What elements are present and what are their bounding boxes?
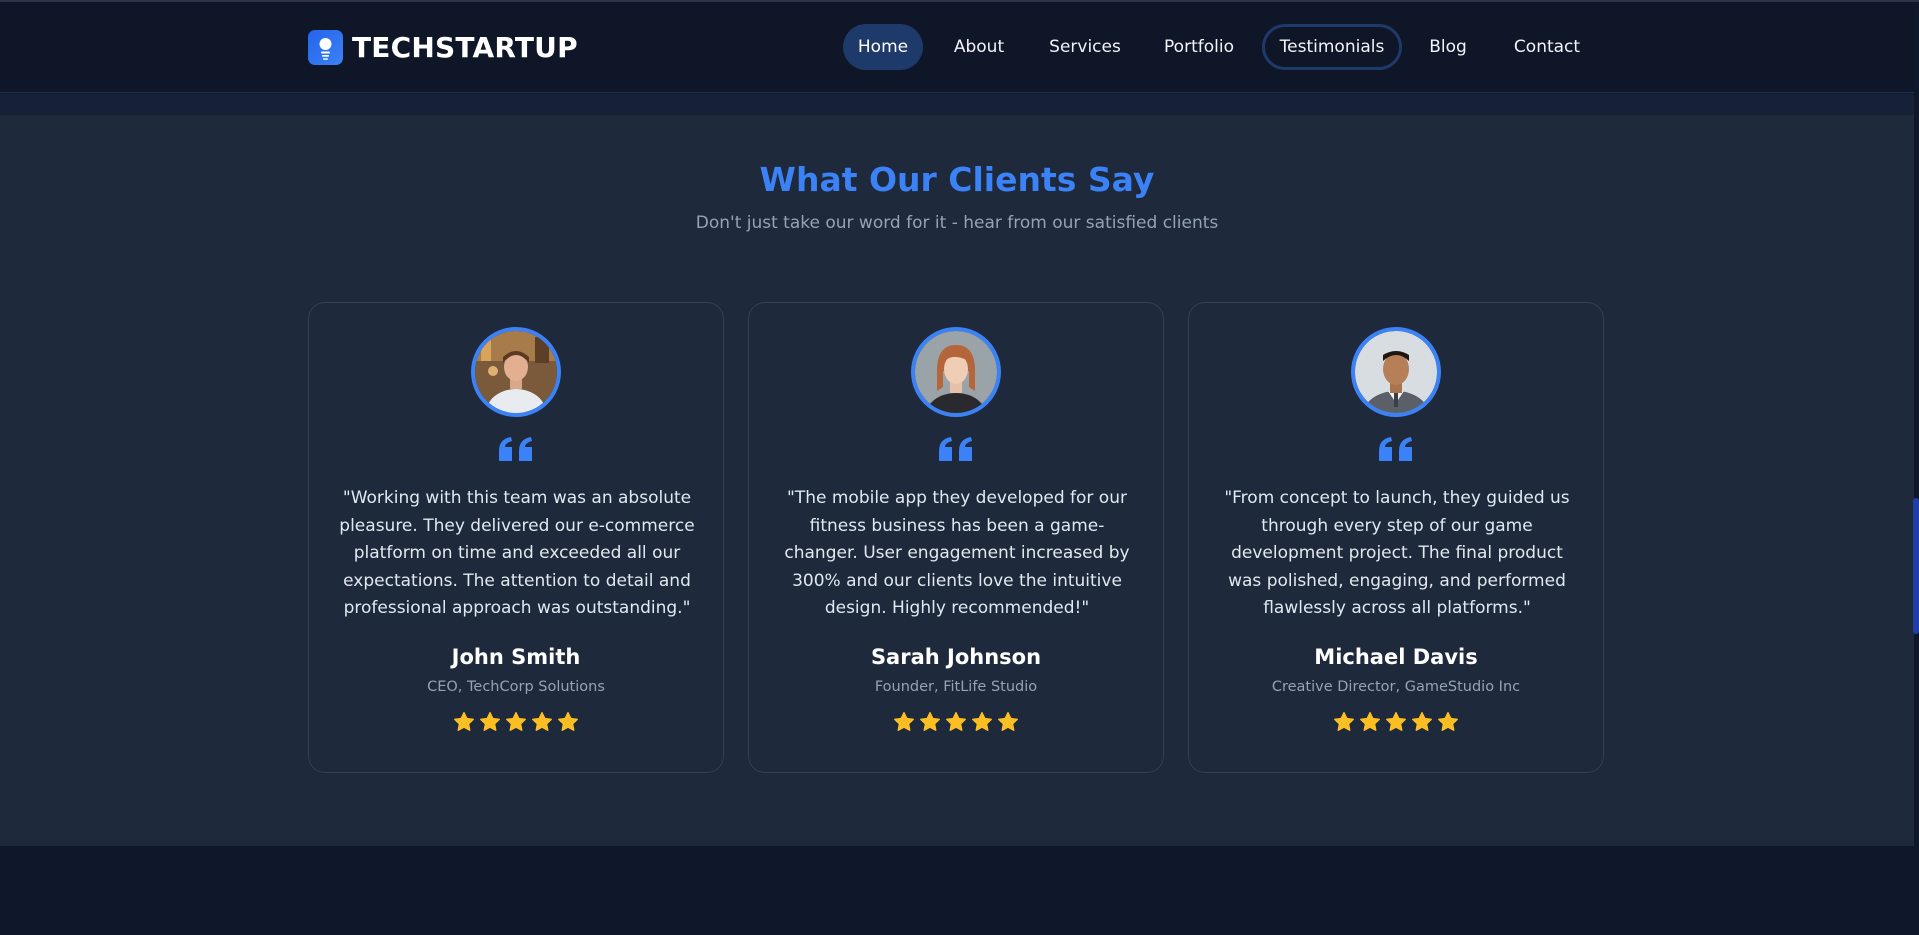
- client-name: Sarah Johnson: [870, 645, 1042, 669]
- star-rating: [309, 711, 723, 737]
- avatar: [471, 327, 561, 417]
- star-icon: [1386, 711, 1406, 731]
- quote-icon: [499, 437, 532, 461]
- nav-services[interactable]: Services: [1040, 24, 1130, 70]
- star-icon: [972, 711, 992, 731]
- star-icon: [506, 711, 526, 731]
- section-title: What Our Clients Say: [759, 160, 1155, 199]
- section-subtitle: Don't just take our word for it - hear f…: [695, 213, 1219, 233]
- section-divider: [0, 94, 1914, 115]
- testimonial-card: "The mobile app they developed for our f…: [748, 302, 1164, 773]
- nav-blog[interactable]: Blog: [1422, 24, 1474, 70]
- client-role: Creative Director, GameStudio Inc: [1271, 679, 1521, 695]
- testimonial-quote: "The mobile app they developed for our f…: [784, 488, 1130, 618]
- star-icon: [1438, 711, 1458, 731]
- client-name: John Smith: [451, 645, 581, 669]
- testimonial-card: "Working with this team was an absolute …: [308, 302, 724, 773]
- star-icon: [480, 711, 500, 731]
- page: TECHSTARTUP Home About Services Portfoli…: [0, 0, 1919, 935]
- scrollbar-thumb[interactable]: [1913, 498, 1919, 634]
- testimonial-quote: "From concept to launch, they guided us …: [1224, 488, 1570, 618]
- star-icon: [454, 711, 474, 731]
- star-icon: [558, 711, 578, 731]
- star-rating: [1189, 711, 1603, 737]
- star-icon: [894, 711, 914, 731]
- nav-contact[interactable]: Contact: [1508, 24, 1586, 70]
- star-rating: [749, 711, 1163, 737]
- testimonial-quote: "Working with this team was an absolute …: [339, 488, 695, 618]
- star-icon: [920, 711, 940, 731]
- star-icon: [998, 711, 1018, 731]
- star-icon: [1412, 711, 1432, 731]
- testimonial-card: "From concept to launch, they guided us …: [1188, 302, 1604, 773]
- star-icon: [532, 711, 552, 731]
- client-name: Michael Davis: [1314, 645, 1478, 669]
- quote-icon: [1379, 437, 1412, 461]
- nav-testimonials[interactable]: Testimonials: [1262, 24, 1402, 70]
- star-icon: [1334, 711, 1354, 731]
- quote-icon: [939, 437, 972, 461]
- avatar: [1351, 327, 1441, 417]
- avatar: [911, 327, 1001, 417]
- nav-about[interactable]: About: [944, 24, 1014, 70]
- nav-portfolio[interactable]: Portfolio: [1157, 24, 1241, 70]
- client-role: CEO, TechCorp Solutions: [427, 679, 605, 695]
- navbar: TECHSTARTUP Home About Services Portfoli…: [0, 2, 1914, 93]
- client-role: Founder, FitLife Studio: [874, 679, 1038, 695]
- nav-home[interactable]: Home: [843, 24, 923, 70]
- star-icon: [1360, 711, 1380, 731]
- star-icon: [946, 711, 966, 731]
- main-nav: Home About Services Portfolio Testimonia…: [0, 24, 1914, 70]
